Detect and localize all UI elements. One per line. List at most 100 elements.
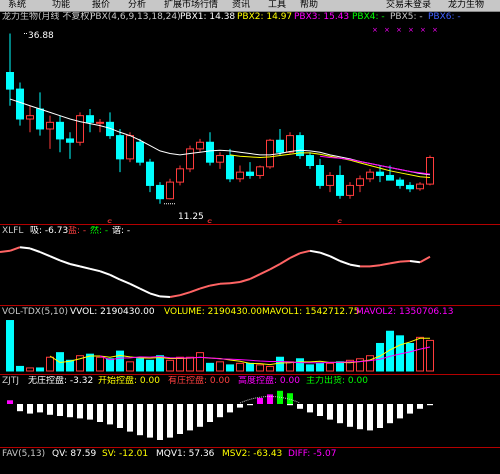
stock-name-label: 龙力生物 (448, 0, 485, 10)
control-bar (117, 404, 123, 428)
control-marker-bar (257, 398, 263, 404)
control-bar-chart[interactable] (0, 376, 500, 446)
xlfl-line-segment (59, 259, 71, 265)
candle-body (386, 174, 394, 181)
xlfl-line-segment (219, 282, 231, 285)
volume-bar (116, 350, 124, 372)
control-bar (207, 404, 213, 422)
control-bar (147, 404, 153, 438)
candle-body (276, 139, 284, 153)
control-bar (217, 404, 223, 418)
candle-body (216, 155, 224, 163)
control-bar (317, 404, 323, 416)
xlfl-panel[interactable]: XLFL 吸: -6.73 盐: - 然: - 谐: - (0, 226, 500, 304)
xlfl-line-segment (209, 282, 221, 287)
menu-item-news[interactable]: 资讯 (232, 0, 250, 11)
volume-bar (336, 361, 344, 372)
control-bar (177, 404, 183, 434)
xlfl-line-segment (329, 255, 341, 262)
candle-body (226, 155, 234, 180)
volume-bar (306, 364, 314, 372)
menu-item-quote[interactable]: 报价 (92, 0, 110, 11)
candle-body (166, 181, 174, 200)
control-marker-bar (267, 394, 273, 404)
xlfl-line-segment (259, 268, 271, 276)
xlfl-line-segment (409, 260, 421, 264)
xlfl-line-segment (29, 247, 41, 253)
volume-bar (36, 367, 44, 372)
volume-bar (126, 361, 134, 372)
control-bar (307, 404, 313, 413)
volume-bar (326, 362, 334, 372)
menu-item-analysis[interactable]: 分析 (128, 0, 146, 11)
menu-item-system[interactable]: 系统 (8, 0, 26, 11)
control-bar (37, 404, 43, 413)
candle-body (396, 179, 404, 186)
xlfl-line-chart[interactable] (0, 226, 500, 304)
volume-bar (406, 342, 414, 372)
control-bar (337, 404, 343, 424)
volume-bar (6, 320, 14, 372)
control-bar (77, 404, 83, 419)
candle-body (416, 183, 424, 190)
candle-body (66, 138, 74, 143)
control-panel[interactable]: ZJTJ 无庄控盘: -3.32 开始控盘: 0.00 有庄控盘: 0.00 高… (0, 376, 500, 446)
control-bar (237, 404, 243, 408)
volume-bar (186, 356, 194, 372)
xlfl-line-segment (179, 291, 191, 297)
volume-bar (276, 356, 284, 372)
xlfl-line-segment (309, 249, 321, 254)
volume-bar (196, 352, 204, 372)
panel-divider (0, 447, 500, 448)
signal-x-marker: × (408, 26, 414, 34)
xlfl-line-segment (389, 260, 401, 265)
xlfl-line-segment (139, 287, 151, 295)
volume-bar (296, 358, 304, 372)
fav-params: FAV(5,13) (2, 449, 46, 459)
signal-x-marker: × (420, 26, 426, 34)
fav-panel[interactable]: FAV(5,13) QV: 87.59 SV: -12.01 MQV1: 57.… (0, 449, 500, 474)
candle-body (6, 72, 14, 90)
panel-divider (0, 305, 500, 306)
xlfl-line-segment (89, 267, 101, 273)
volume-bar (366, 355, 374, 372)
xlfl-line-segment (149, 292, 161, 298)
menu-item-function[interactable]: 功能 (52, 0, 70, 11)
sell-signal-marker: S (107, 219, 113, 223)
volume-panel[interactable]: VOL-TDX(5,10) VVOL: 2190430.00 VOLUME: 2… (0, 307, 500, 373)
control-bar (47, 404, 53, 415)
candle-body (56, 121, 64, 140)
control-bar (127, 404, 133, 432)
menu-item-help[interactable]: 帮助 (300, 0, 318, 11)
kline-panel[interactable]: 龙力生物(月线 不复权) PBX(4,6,9,13,18,24) PBX1: 1… (0, 12, 500, 223)
xlfl-line-segment (249, 273, 261, 280)
control-bar (427, 404, 433, 406)
xlfl-line-segment (39, 251, 51, 258)
xlfl-line-segment (159, 295, 171, 298)
msv2-value: MSV2: -63.43 (222, 449, 283, 459)
control-bar (297, 404, 303, 409)
pbx3-line (319, 155, 431, 175)
candle-body (176, 168, 184, 183)
menu-item-tools[interactable]: 工具 (268, 0, 286, 11)
volume-bar (216, 361, 224, 372)
candlestick-chart[interactable]: S S S × × × × × × (0, 12, 500, 223)
candle-body (356, 178, 364, 186)
control-bar (167, 404, 173, 438)
menu-item-extended-market[interactable]: 扩展市场行情 (164, 0, 218, 11)
control-bar (387, 404, 393, 424)
candle-body (196, 141, 204, 150)
control-bar (137, 404, 143, 436)
xlfl-line-segment (119, 278, 131, 285)
volume-bar (356, 358, 364, 372)
candle-body (76, 115, 84, 143)
menu-bar: 系统 功能 报价 分析 扩展市场行情 资讯 工具 帮助 交易未登录 龙力生物 (0, 0, 500, 12)
candle-body (266, 139, 274, 168)
volume-bar-chart[interactable] (0, 307, 500, 373)
volume-bar (16, 365, 24, 372)
xlfl-line-segment (99, 270, 111, 276)
xlfl-line-segment (189, 287, 201, 294)
trade-login-status[interactable]: 交易未登录 (386, 0, 431, 11)
control-bar (97, 404, 103, 422)
control-bar (27, 404, 33, 414)
